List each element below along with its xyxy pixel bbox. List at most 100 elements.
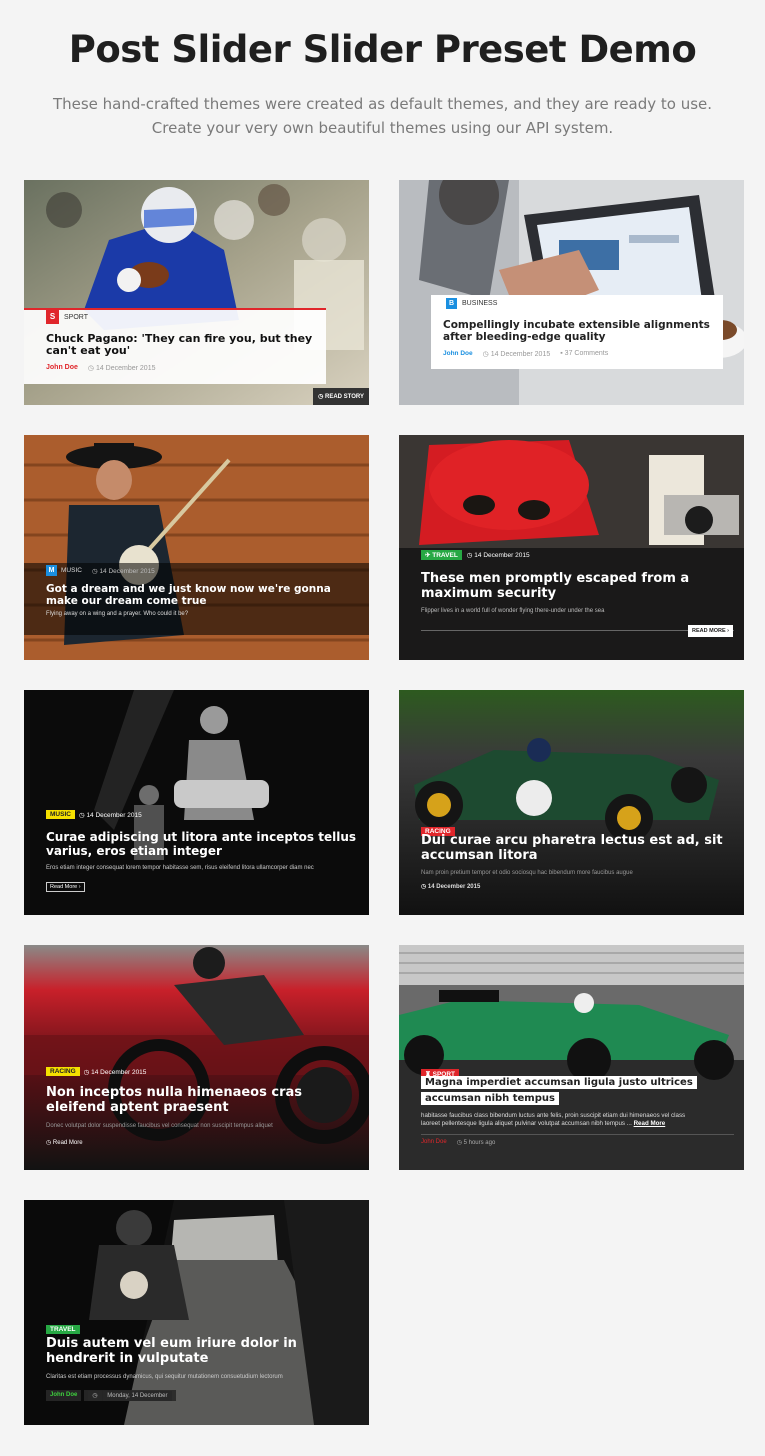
post-excerpt: Nam proin pretium tempor et odio sociosq… [421, 870, 633, 876]
slider-card-sport-f1[interactable]: ♜ SPORT Magna imperdiet accumsan ligula … [399, 945, 744, 1170]
post-title[interactable]: Got a dream and we just know now we're g… [46, 583, 356, 607]
clock-icon: ◷ [78, 811, 85, 819]
clock-icon: ◷ [318, 394, 324, 400]
post-excerpt: Donec volutpat dolor suspendisse faucibu… [46, 1123, 273, 1129]
read-story-label: READ STORY [324, 394, 364, 400]
post-date: ◷ 14 December 2015 [421, 883, 480, 890]
post-title-line-2: accumsan nibh tempus [421, 1092, 559, 1105]
category-label[interactable]: B BUSINESS [446, 298, 497, 309]
post-author[interactable]: John Doe [443, 350, 473, 358]
post-author[interactable]: John Doe [421, 1139, 447, 1146]
category-initial: S [46, 310, 59, 324]
clock-icon: ◷ [466, 552, 473, 559]
page-title: Post Slider Slider Preset Demo [68, 28, 697, 71]
read-more-label: READ MORE [692, 628, 726, 634]
post-date-text: Monday, 14 December [103, 1391, 172, 1401]
clock-icon: ◷ [421, 884, 427, 890]
post-excerpt: Eros etiam integer consequat lorem tempo… [46, 865, 314, 871]
category-name: TRAVEL [432, 552, 458, 559]
post-excerpt: habitasse faucibus class bibendum luctus… [421, 1112, 741, 1128]
read-story-button[interactable]: ◷ READ STORY [313, 388, 369, 405]
post-title[interactable]: These men promptly escaped from a maximu… [421, 571, 731, 601]
read-more-button[interactable]: Read More › [46, 882, 85, 892]
post-date: ◷ 14 December 2015 [84, 1068, 147, 1076]
post-author[interactable]: John Doe [46, 1390, 82, 1401]
category-name: MUSIC [61, 567, 82, 574]
post-title[interactable]: Duis autem vel eum iriure dolor in hendr… [46, 1336, 366, 1366]
post-info-box: S SPORT Chuck Pagano: 'They can fire you… [24, 308, 326, 384]
post-date-text: 14 December 2015 [86, 811, 142, 819]
post-date-text: 14 December 2015 [91, 1068, 147, 1076]
post-info-box: B BUSINESS Compellingly incubate extensi… [431, 295, 723, 369]
clock-icon: ◷ [87, 365, 94, 372]
clock-icon: ◷ [91, 567, 98, 575]
comment-icon: ▪ [560, 350, 563, 357]
slider-card-music-concert[interactable]: MUSIC ◷ 14 December 2015 Curae adipiscin… [24, 690, 369, 915]
read-more-label: Read More [52, 1140, 83, 1146]
comments-count: 37 Comments [564, 350, 609, 357]
formula-car-photo [399, 945, 744, 1170]
chevron-right-icon: › [78, 884, 81, 890]
post-excerpt: Claritas est etiam processus dynamicus, … [46, 1374, 283, 1380]
category-badge[interactable]: ✈ TRAVEL [421, 550, 462, 560]
page-subtitle: These hand-crafted themes were created a… [0, 92, 765, 140]
slider-card-business[interactable]: B BUSINESS Compellingly incubate extensi… [399, 180, 744, 405]
read-more-button[interactable]: READ MORE › [688, 625, 733, 637]
post-date-text: 14 December 2015 [490, 351, 551, 358]
slider-card-sport[interactable]: S SPORT Chuck Pagano: 'They can fire you… [24, 180, 369, 405]
clock-icon: ◷ [88, 1391, 102, 1401]
divider [421, 1134, 734, 1135]
slider-card-music[interactable]: M MUSIC ◷ 14 December 2015 Got a dream a… [24, 435, 369, 660]
post-overlay [399, 548, 744, 660]
post-date-text: 14 December 2015 [95, 365, 156, 372]
post-date: ◷ 14 December 2015 [483, 350, 551, 358]
tablet-photo [399, 180, 744, 405]
post-author[interactable]: John Doe [46, 364, 78, 372]
plane-icon: ✈ [425, 552, 431, 559]
category-name: BUSINESS [462, 300, 498, 307]
read-more-label: Read More [50, 884, 78, 890]
post-date: ◷ 14 December 2015 [92, 567, 155, 575]
read-more-button[interactable]: ◷ Read More [46, 1139, 83, 1146]
post-excerpt: Flying away on a wing and a prayer. Who … [46, 611, 189, 617]
post-date: ◷ 14 December 2015 [88, 364, 156, 372]
post-title[interactable]: Chuck Pagano: 'They can fire you, but th… [46, 333, 316, 357]
slider-card-travel[interactable]: ✈ TRAVEL ◷ 14 December 2015 These men pr… [399, 435, 744, 660]
post-date-text: 5 hours ago [463, 1140, 496, 1146]
clock-icon: ◷ [83, 1068, 90, 1076]
category-label[interactable]: S SPORT [46, 310, 88, 324]
category-badge[interactable]: RACING [46, 1067, 80, 1076]
post-title[interactable]: Non inceptos nulla himenaeos cras eleife… [46, 1085, 366, 1115]
post-excerpt: Flipper lives in a world full of wonder … [421, 608, 605, 614]
cyclist-photo [24, 945, 369, 1170]
clock-icon: ◷ [456, 1140, 462, 1146]
slider-card-travel-moto[interactable]: TRAVEL Duis autem vel eum iriure dolor i… [24, 1200, 369, 1425]
excerpt-line-2: laoreet pellentesque ligula aliquet pulv… [421, 1120, 632, 1127]
slider-card-racing-cyclist[interactable]: RACING ◷ 14 December 2015 Non inceptos n… [24, 945, 369, 1170]
slider-card-racing-car[interactable]: RACING Dui curae arcu pharetra lectus es… [399, 690, 744, 915]
post-date: ◷ 5 hours ago [457, 1139, 496, 1146]
post-title[interactable]: Magna imperdiet accumsan ligula justo ul… [421, 1075, 731, 1107]
category-badge[interactable]: MUSIC [46, 810, 75, 819]
clock-icon: ◷ [482, 351, 489, 358]
clock-icon: ◷ [46, 1140, 52, 1146]
excerpt-line-1: habitasse faucibus class bibendum luctus… [421, 1112, 686, 1119]
post-title-line-1: Magna imperdiet accumsan ligula justo ul… [421, 1076, 697, 1089]
subtitle-line-1: These hand-crafted themes were created a… [52, 95, 713, 113]
chevron-right-icon: › [727, 628, 729, 634]
category-badge[interactable]: TRAVEL [46, 1325, 80, 1334]
post-title[interactable]: Curae adipiscing ut litora ante inceptos… [46, 830, 366, 858]
post-date: ◷ 14 December 2015 [79, 811, 142, 819]
post-date-text: 14 December 2015 [427, 884, 481, 890]
read-more-link[interactable]: Read More [634, 1120, 666, 1127]
category-name: SPORT [64, 313, 88, 321]
post-title[interactable]: Dui curae arcu pharetra lectus est ad, s… [421, 833, 741, 863]
category-initial: B [446, 298, 457, 309]
post-title[interactable]: Compellingly incubate extensible alignme… [443, 319, 718, 343]
post-comments[interactable]: ▪ 37 Comments [560, 350, 608, 358]
post-date: ◷ 14 December 2015 [467, 551, 530, 559]
subtitle-line-2: Create your very own beautiful themes us… [151, 119, 614, 137]
category-label[interactable]: M MUSIC ◷ 14 December 2015 [46, 565, 155, 576]
post-date-text: 14 December 2015 [99, 567, 155, 575]
post-date-text: 14 December 2015 [474, 552, 530, 559]
